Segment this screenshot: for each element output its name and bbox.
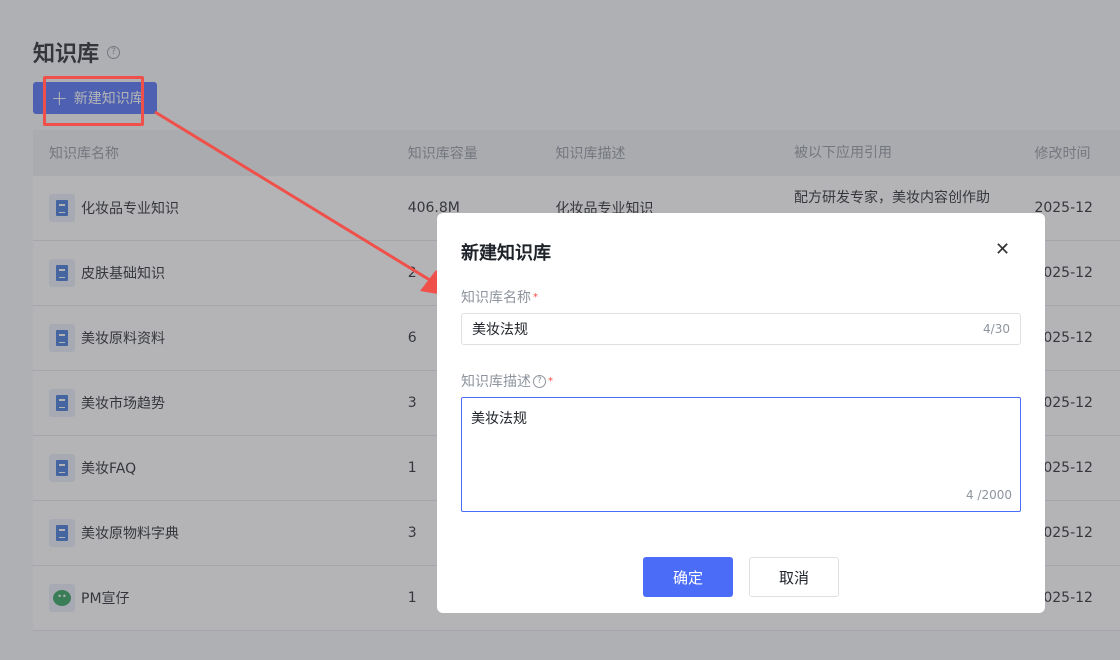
required-mark: * (533, 291, 538, 303)
required-mark: * (548, 375, 553, 387)
close-icon[interactable]: ✕ (995, 239, 1010, 260)
description-textarea[interactable]: 美妆法规 4 /2000 (461, 397, 1021, 512)
help-icon[interactable]: ? (533, 374, 546, 388)
new-knowledge-base-dialog: 新建知识库 ✕ 知识库名称 * 美妆法规 4/30 知识库描述? * 美妆法规 4 /2… (437, 213, 1045, 613)
confirm-button[interactable]: 确定 (643, 557, 733, 597)
name-input[interactable]: 美妆法规 4/30 (461, 313, 1021, 345)
name-char-count: 4/30 (983, 322, 1010, 336)
cancel-button[interactable]: 取消 (749, 557, 839, 597)
name-label: 知识库名称 * (461, 290, 538, 306)
desc-label: 知识库描述? * (461, 374, 553, 390)
dialog-title: 新建知识库 (461, 243, 551, 264)
desc-char-count: 4 /2000 (965, 488, 1012, 502)
